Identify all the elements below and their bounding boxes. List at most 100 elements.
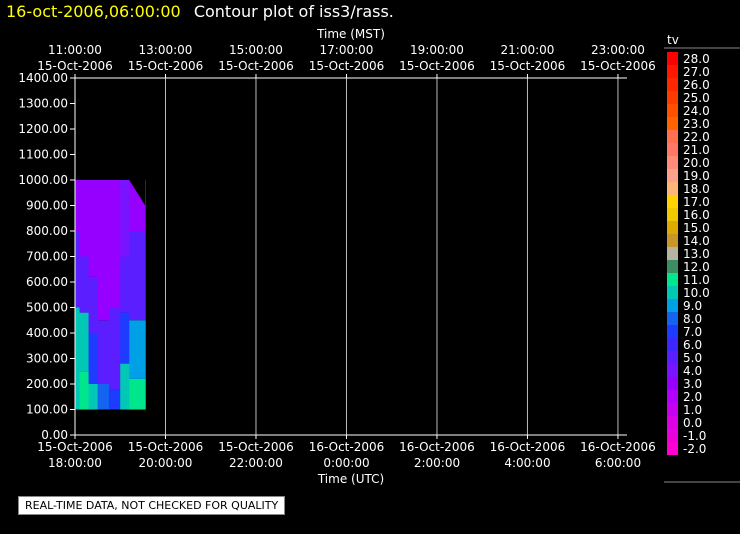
contour-band	[88, 276, 99, 333]
contour-band	[120, 180, 130, 257]
top-tick-time: 11:00:00	[48, 43, 102, 57]
legend-label: 10.0	[683, 286, 710, 300]
legend-swatch	[667, 78, 678, 91]
legend-swatch	[667, 286, 678, 299]
quality-notice: REAL-TIME DATA, NOT CHECKED FOR QUALITY	[18, 496, 286, 515]
top-tick-date: 15-Oct-2006	[218, 59, 294, 73]
bottom-tick-date: 16-Oct-2006	[580, 440, 656, 454]
contour-band	[120, 256, 130, 313]
legend-label: 9.0	[683, 299, 702, 313]
legend-swatch	[667, 312, 678, 325]
legend-swatch	[667, 143, 678, 156]
contour-band	[75, 231, 81, 308]
contour-band	[79, 256, 90, 313]
legend-label: -2.0	[683, 442, 706, 456]
top-tick-time: 21:00:00	[501, 43, 555, 57]
contour-band	[97, 320, 110, 384]
bottom-tick-time: 4:00:00	[504, 456, 550, 470]
contour-band	[120, 312, 130, 364]
legend-label: 0.0	[683, 416, 702, 430]
contour-band	[79, 371, 90, 410]
top-axis-label: Time (MST)	[316, 27, 385, 41]
legend-swatch	[667, 247, 678, 260]
contour-band	[108, 389, 121, 410]
y-tick-label: 1200.00	[18, 122, 68, 136]
legend-title: tv	[667, 33, 679, 47]
legend-swatch	[667, 351, 678, 364]
contour-band	[97, 384, 110, 410]
y-tick-label: 1300.00	[18, 97, 68, 111]
legend-swatch	[667, 130, 678, 143]
bottom-axis-label: Time (UTC)	[317, 472, 384, 486]
legend-swatch	[667, 260, 678, 273]
legend-label: 21.0	[683, 143, 710, 157]
legend-swatch	[667, 403, 678, 416]
legend-label: 22.0	[683, 130, 710, 144]
y-tick-label: 200.00	[26, 377, 68, 391]
legend-swatch	[667, 169, 678, 182]
legend-label: 4.0	[683, 364, 702, 378]
bottom-tick-time: 0:00:00	[323, 456, 369, 470]
contour-band	[75, 307, 81, 410]
legend-swatch	[667, 442, 678, 455]
contour-band	[108, 180, 121, 308]
legend-swatch	[667, 429, 678, 442]
legend-label: 13.0	[683, 247, 710, 261]
legend-label: 7.0	[683, 325, 702, 339]
legend-swatch	[667, 390, 678, 403]
bottom-tick-date: 16-Oct-2006	[490, 440, 566, 454]
top-tick-time: 17:00:00	[320, 43, 374, 57]
legend-label: 3.0	[683, 377, 702, 391]
top-tick-time: 15:00:00	[229, 43, 283, 57]
legend-swatch	[667, 299, 678, 312]
bottom-tick-time: 22:00:00	[229, 456, 283, 470]
contour-chart: 0.00100.00200.00300.00400.00500.00600.00…	[18, 27, 740, 486]
contour-band	[79, 312, 90, 372]
bottom-tick-date: 16-Oct-2006	[399, 440, 475, 454]
legend-swatch	[667, 91, 678, 104]
legend-swatch	[667, 195, 678, 208]
bottom-tick-time: 18:00:00	[48, 456, 102, 470]
top-tick-date: 15-Oct-2006	[37, 59, 113, 73]
y-tick-label: 600.00	[26, 275, 68, 289]
contour-band	[97, 180, 110, 321]
top-tick-date: 15-Oct-2006	[490, 59, 566, 73]
legend-label: -1.0	[683, 429, 706, 443]
legend-swatch	[667, 52, 678, 65]
legend-label: 1.0	[683, 403, 702, 417]
y-tick-label: 500.00	[26, 301, 68, 315]
bottom-tick-date: 15-Oct-2006	[128, 440, 204, 454]
contour-band	[120, 363, 130, 410]
contour-band	[129, 320, 146, 379]
top-tick-time: 23:00:00	[591, 43, 645, 57]
legend-label: 2.0	[683, 390, 702, 404]
legend-label: 6.0	[683, 338, 702, 352]
legend-swatch	[667, 377, 678, 390]
legend-label: 25.0	[683, 91, 710, 105]
legend-swatch	[667, 104, 678, 117]
top-tick-date: 15-Oct-2006	[399, 59, 475, 73]
legend-label: 17.0	[683, 195, 710, 209]
legend-label: 8.0	[683, 312, 702, 326]
bottom-tick-time: 6:00:00	[595, 456, 641, 470]
top-tick-date: 15-Oct-2006	[580, 59, 656, 73]
y-tick-label: 700.00	[26, 250, 68, 264]
legend-label: 5.0	[683, 351, 702, 365]
top-tick-date: 15-Oct-2006	[309, 59, 385, 73]
top-tick-date: 15-Oct-2006	[128, 59, 204, 73]
legend-swatch	[667, 208, 678, 221]
contour-band	[129, 378, 146, 410]
legend-swatch	[667, 156, 678, 169]
y-tick-label: 400.00	[26, 326, 68, 340]
legend-label: 20.0	[683, 156, 710, 170]
legend-swatch	[667, 234, 678, 247]
y-tick-label: 300.00	[26, 352, 68, 366]
bottom-tick-date: 15-Oct-2006	[218, 440, 294, 454]
legend-label: 24.0	[683, 104, 710, 118]
legend-swatch	[667, 273, 678, 286]
legend-label: 19.0	[683, 169, 710, 183]
contour-band	[88, 180, 99, 277]
y-tick-label: 1000.00	[18, 173, 68, 187]
legend-swatch	[667, 325, 678, 338]
y-tick-label: 1400.00	[18, 71, 68, 85]
